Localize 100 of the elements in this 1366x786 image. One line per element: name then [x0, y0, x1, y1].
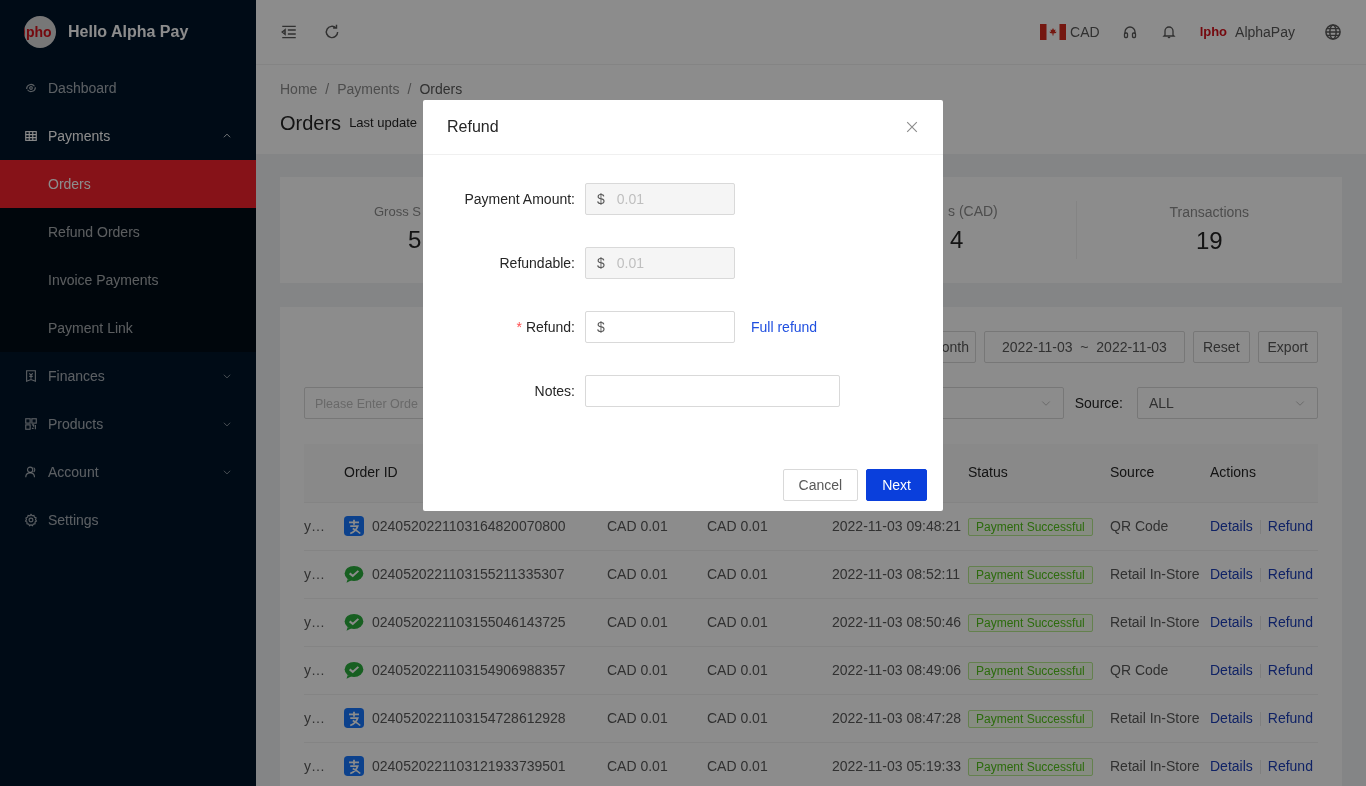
page-title: Orders [280, 111, 342, 136]
toolbar-button[interactable]: Reset [1192, 331, 1250, 363]
table-cell: y… [304, 661, 325, 678]
action-link[interactable]: Details [1210, 613, 1253, 630]
payment-app-icon [344, 516, 364, 536]
stat-label: s (CAD) [948, 202, 998, 221]
status-tag: Payment Successful [968, 517, 1093, 536]
menu-fold-icon[interactable] [280, 23, 298, 41]
notes-field[interactable] [585, 375, 840, 407]
status-tag: Payment Successful [968, 565, 1093, 584]
last-update-text: Last update [349, 114, 418, 133]
stat-label: Gross S [374, 203, 421, 222]
action-link[interactable]: Refund [1267, 565, 1313, 582]
payment-app-icon [344, 708, 364, 728]
status-tag: Payment Successful [968, 661, 1093, 680]
dialog-title: Refund [447, 117, 499, 137]
sidebar-subitem[interactable]: Orders [0, 160, 256, 208]
action-link[interactable]: Details [1210, 661, 1253, 678]
field-label: Refundable: [499, 254, 575, 271]
order-id: 0240520221103154906988357 [372, 660, 566, 680]
chat-bubble-icon [344, 612, 364, 632]
action-link[interactable]: Refund [1267, 709, 1313, 726]
action-link[interactable]: Details [1210, 709, 1253, 726]
table-cell: CAD 0.01 [707, 565, 768, 582]
table-cell: 2022-11-03 08:47:28 [832, 709, 961, 726]
table-cell: Retail In-Store [1110, 709, 1200, 726]
source-select[interactable]: ALL [1137, 387, 1318, 419]
table-cell: CAD 0.01 [707, 757, 768, 774]
sidebar-item[interactable]: Products [0, 400, 256, 448]
toolbar-button[interactable]: Export [1257, 331, 1318, 363]
logo: lpho [1199, 23, 1228, 42]
order-id: 0240520221103121933739501 [372, 756, 566, 776]
action-link[interactable]: Details [1210, 517, 1253, 534]
next-button[interactable]: Next [866, 469, 927, 501]
breadcrumb-separator: / [325, 80, 330, 99]
currency-selector[interactable]: CAD [1070, 21, 1100, 43]
table-cell: Retail In-Store [1110, 757, 1200, 774]
bell-icon[interactable] [1160, 24, 1177, 40]
globe-icon[interactable] [1324, 23, 1342, 41]
table-cell: CAD 0.01 [607, 517, 668, 534]
sidebar-item[interactable]: Account [0, 448, 256, 496]
refresh-icon[interactable] [323, 23, 341, 41]
status-tag: Payment Successful [968, 709, 1093, 728]
order-id: 0240520221103155211335307 [372, 564, 565, 584]
sidebar-item[interactable]: Dashboard [0, 64, 256, 112]
stat-value: 4 [949, 225, 964, 255]
order-id: 0240520221103155046143725 [372, 612, 566, 632]
full-refund-link[interactable]: Full refund [751, 316, 818, 338]
field-label: Refund: [525, 318, 575, 335]
sidebar-subitem[interactable]: Refund Orders [0, 208, 256, 256]
breadcrumb-link[interactable]: Payments [337, 79, 400, 100]
table-cell: CAD 0.01 [707, 613, 768, 630]
table-cell: y… [304, 613, 325, 630]
action-link[interactable]: Refund [1267, 661, 1313, 678]
stat-label: Transactions [1169, 202, 1250, 222]
status-tag: Payment Successful [968, 613, 1093, 632]
table-cell: 2022-11-03 08:49:06 [832, 661, 961, 678]
sidebar-item[interactable]: Payments [0, 112, 256, 160]
column-header: Source [1110, 464, 1155, 481]
field-label: Notes: [534, 382, 575, 399]
table-cell: QR Code [1110, 661, 1169, 678]
breadcrumb-separator: / [407, 80, 412, 99]
date-range-picker[interactable]: 2022-11-03 ~ 2022-11-03 [983, 331, 1185, 363]
table-cell: Retail In-Store [1110, 565, 1200, 582]
sidebar-item[interactable]: Settings [0, 496, 256, 544]
chevron-up-icon [222, 131, 232, 141]
table-cell: CAD 0.01 [607, 565, 668, 582]
column-header: Actions [1210, 464, 1256, 481]
cancel-button[interactable]: Cancel [782, 469, 859, 501]
order-id: 0240520221103154728612928 [372, 708, 566, 728]
action-link[interactable]: Details [1210, 757, 1253, 774]
action-link[interactable]: Details [1210, 565, 1253, 582]
stat-value: 19 [1195, 225, 1223, 256]
table-cell: CAD 0.01 [607, 757, 668, 774]
table-cell: CAD 0.01 [707, 709, 768, 726]
headset-icon[interactable] [1121, 24, 1138, 40]
table-cell: CAD 0.01 [707, 517, 768, 534]
table-cell: y… [304, 517, 325, 534]
account-name[interactable]: AlphaPay [1235, 21, 1295, 43]
table-cell: 2022-11-03 09:48:21 [832, 517, 961, 534]
breadcrumb-link[interactable]: Home [280, 79, 318, 100]
table-cell: 2022-11-03 08:52:11 [832, 565, 960, 582]
table-cell: CAD 0.01 [607, 661, 668, 678]
flag-icon [1040, 24, 1067, 40]
action-link[interactable]: Refund [1267, 613, 1313, 630]
sidebar-subitem[interactable]: Invoice Payments [0, 256, 256, 304]
table-cell: CAD 0.01 [607, 613, 668, 630]
action-link[interactable]: Refund [1267, 757, 1313, 774]
table-cell: QR Code [1110, 517, 1169, 534]
refund-amount-field[interactable]: $ [585, 311, 735, 343]
stat-value: 5 [407, 224, 422, 255]
close-icon[interactable] [905, 120, 919, 134]
action-link[interactable]: Refund [1267, 517, 1313, 534]
table-cell: 2022-11-03 05:19:33 [832, 757, 961, 774]
sidebar-subitem[interactable]: Payment Link [0, 304, 256, 352]
table-cell: Retail In-Store [1110, 613, 1200, 630]
sidebar-item[interactable]: Finances [0, 352, 256, 400]
order-id: 0240520221103164820070800 [372, 516, 566, 536]
table-cell: CAD 0.01 [707, 661, 768, 678]
table-cell: y… [304, 757, 325, 774]
